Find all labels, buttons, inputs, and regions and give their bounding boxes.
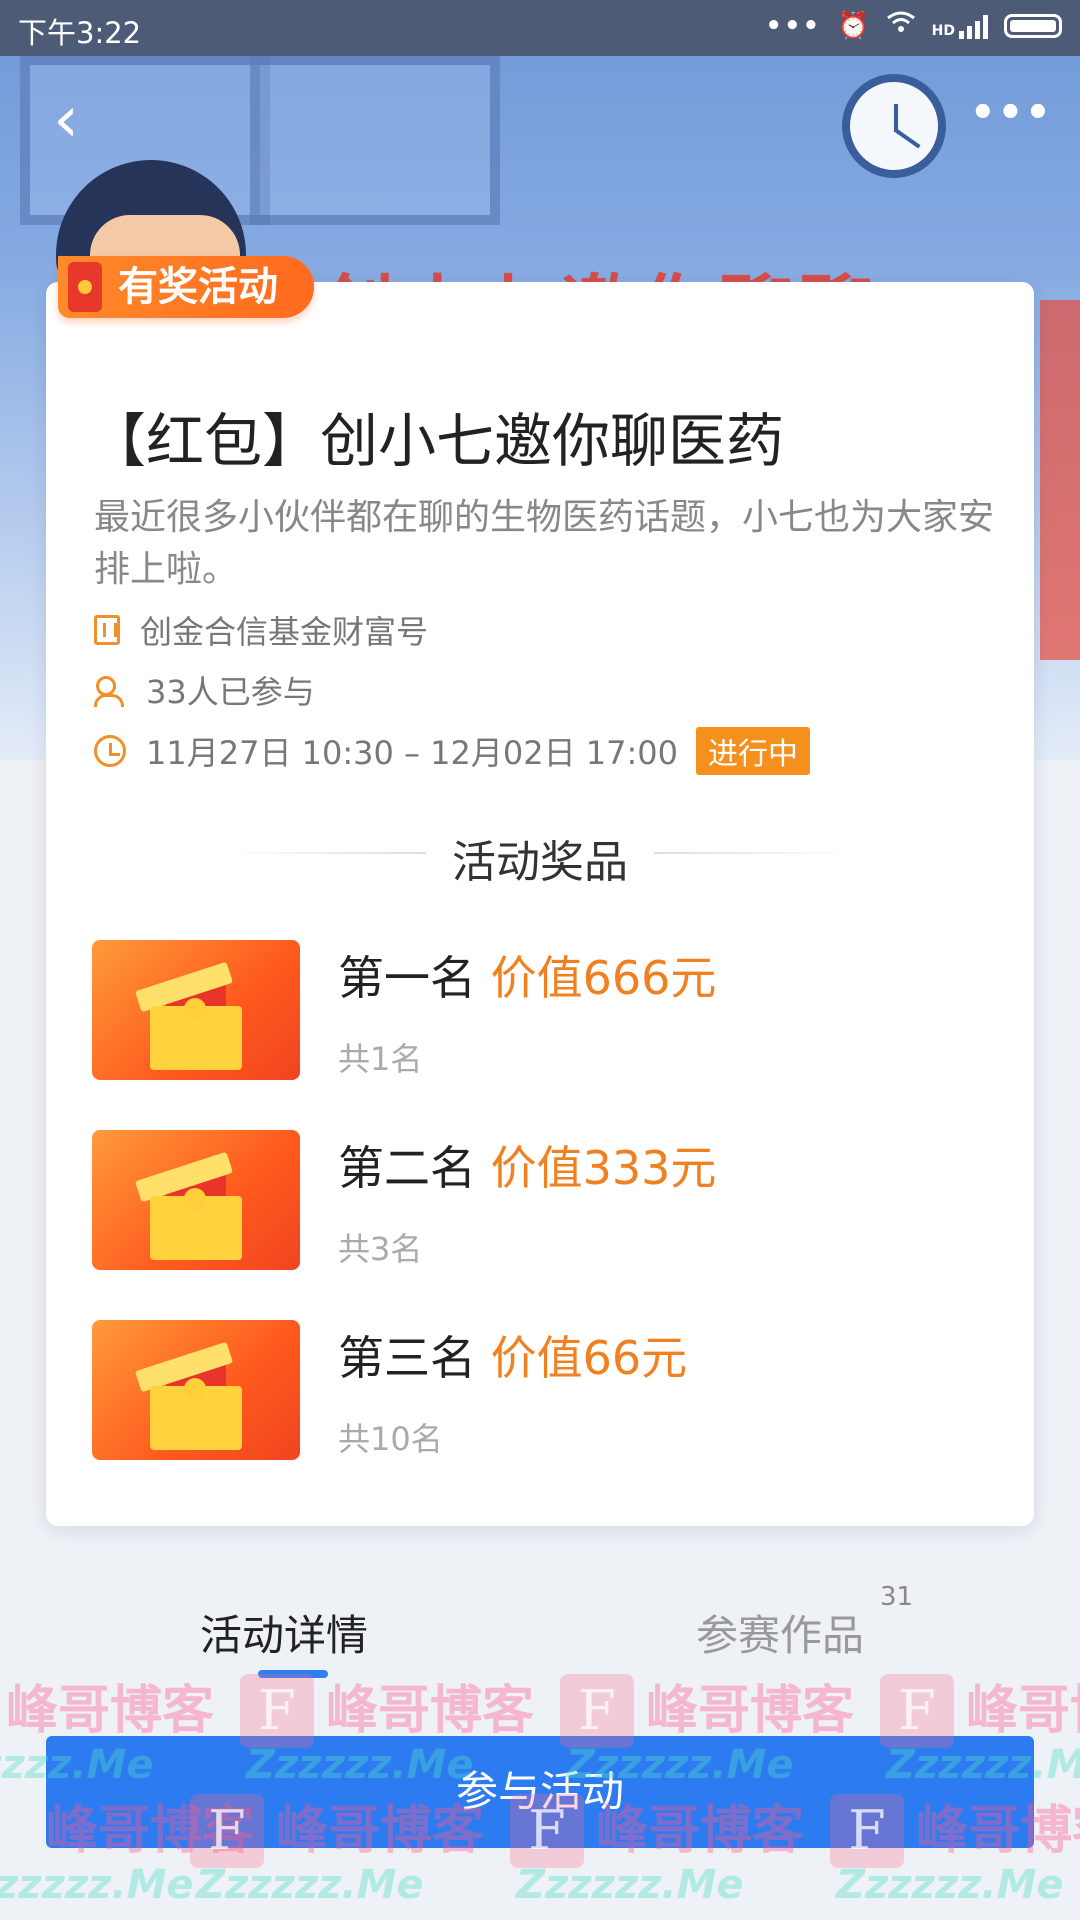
prize-item: 第一名 价值666元 共1名 [92, 940, 992, 1080]
activity-title: 【红包】创小七邀你聊医药 [88, 407, 785, 475]
back-button[interactable]: ‹ [36, 88, 96, 152]
more-icon: ••• [970, 90, 1053, 136]
works-count-badge: 31 [880, 1582, 914, 1612]
clock-icon [94, 735, 126, 767]
alarm-icon: ⏰ [837, 10, 870, 41]
prize-section-header: 活动奖品 [46, 822, 1034, 888]
status-time: 下午3:22 [18, 16, 142, 50]
tab-active-indicator [258, 1670, 328, 1678]
gift-box-image [92, 940, 300, 1080]
status-icons: ••• ⏰ HD [765, 10, 1062, 41]
prize-value: 价值66元 [490, 1331, 688, 1385]
hero-window [250, 55, 500, 225]
time-range: 11月27日 10:30 – 12月02日 17:00 [146, 734, 679, 772]
prize-rank-label: 第一名 [338, 951, 476, 1005]
participants-row: 33人已参与 [94, 667, 315, 713]
prize-count: 共3名 [338, 1230, 423, 1268]
prize-rank: 第三名 价值66元 [338, 1322, 687, 1388]
signal-icon: HD [932, 13, 988, 39]
prize-count: 共1名 [338, 1040, 423, 1078]
watermark-text: Zzzzzz.Me [836, 1862, 1064, 1908]
join-activity-button[interactable]: 参与活动 [46, 1736, 1034, 1848]
battery-icon [1004, 13, 1062, 38]
prize-rank-label: 第三名 [338, 1331, 476, 1385]
participants-count: 33人已参与 [146, 673, 315, 711]
watermark-text: 峰哥博客 [966, 1681, 1080, 1741]
prize-item: 第二名 价值333元 共3名 [92, 1130, 992, 1270]
watermark-text: Zzzzzz.Me [516, 1862, 744, 1908]
prize-rank: 第二名 价值333元 [338, 1132, 716, 1198]
red-envelope-icon [68, 262, 102, 312]
organizer-row[interactable]: 创金合信基金财富号 [94, 607, 428, 653]
activity-description: 最近很多小伙伴都在聊的生物医药话题，小七也为大家安排上啦。 [94, 497, 995, 590]
prize-count: 共10名 [338, 1420, 443, 1458]
watermark-text: Zzzzzz.Me [0, 1862, 194, 1908]
more-options-button[interactable]: ••• [970, 93, 1051, 138]
tab-bar: 活动详情 参赛作品 31 [0, 1560, 1080, 1678]
activity-card: 【红包】创小七邀你聊医药 最近很多小伙伴都在聊的生物医药话题，小七也为大家安排上… [46, 282, 1034, 1526]
watermark-text: 峰哥博客 [646, 1681, 855, 1741]
prize-value: 价值666元 [490, 951, 717, 1005]
tab-works[interactable]: 参赛作品 [696, 1602, 864, 1663]
people-icon [94, 674, 126, 707]
watermark-text: Zzzzzz.Me [196, 1862, 424, 1908]
prize-item: 第三名 价值66元 共10名 [92, 1320, 992, 1460]
status-bar: 下午3:22 ••• ⏰ HD [0, 0, 1080, 56]
prize-value: 价值333元 [490, 1141, 717, 1195]
building-icon [94, 615, 120, 645]
tab-details[interactable]: 活动详情 [200, 1602, 368, 1663]
more-notifications-icon: ••• [765, 10, 822, 41]
gift-box-image [92, 1320, 300, 1460]
gift-box-image [92, 1130, 300, 1270]
prize-rank: 第一名 价值666元 [338, 942, 716, 1008]
reward-activity-badge: 有奖活动 [58, 256, 314, 318]
hd-label: HD [931, 22, 955, 39]
prize-heading: 活动奖品 [452, 837, 628, 888]
divider [654, 852, 854, 854]
watermark-text: 峰哥博客 [6, 1681, 215, 1741]
watermark-text: 峰哥博客 [326, 1681, 535, 1741]
organizer-name: 创金合信基金财富号 [140, 613, 429, 651]
status-badge: 进行中 [696, 727, 811, 775]
wifi-icon [886, 10, 916, 41]
chevron-left-icon: ‹ [53, 83, 79, 157]
prize-rank-label: 第二名 [338, 1141, 476, 1195]
clock-illustration [842, 74, 946, 178]
badge-label: 有奖活动 [118, 264, 278, 310]
time-row: 11月27日 10:30 – 12月02日 17:00 进行中 [94, 727, 811, 775]
hero-stripe [1040, 300, 1080, 660]
